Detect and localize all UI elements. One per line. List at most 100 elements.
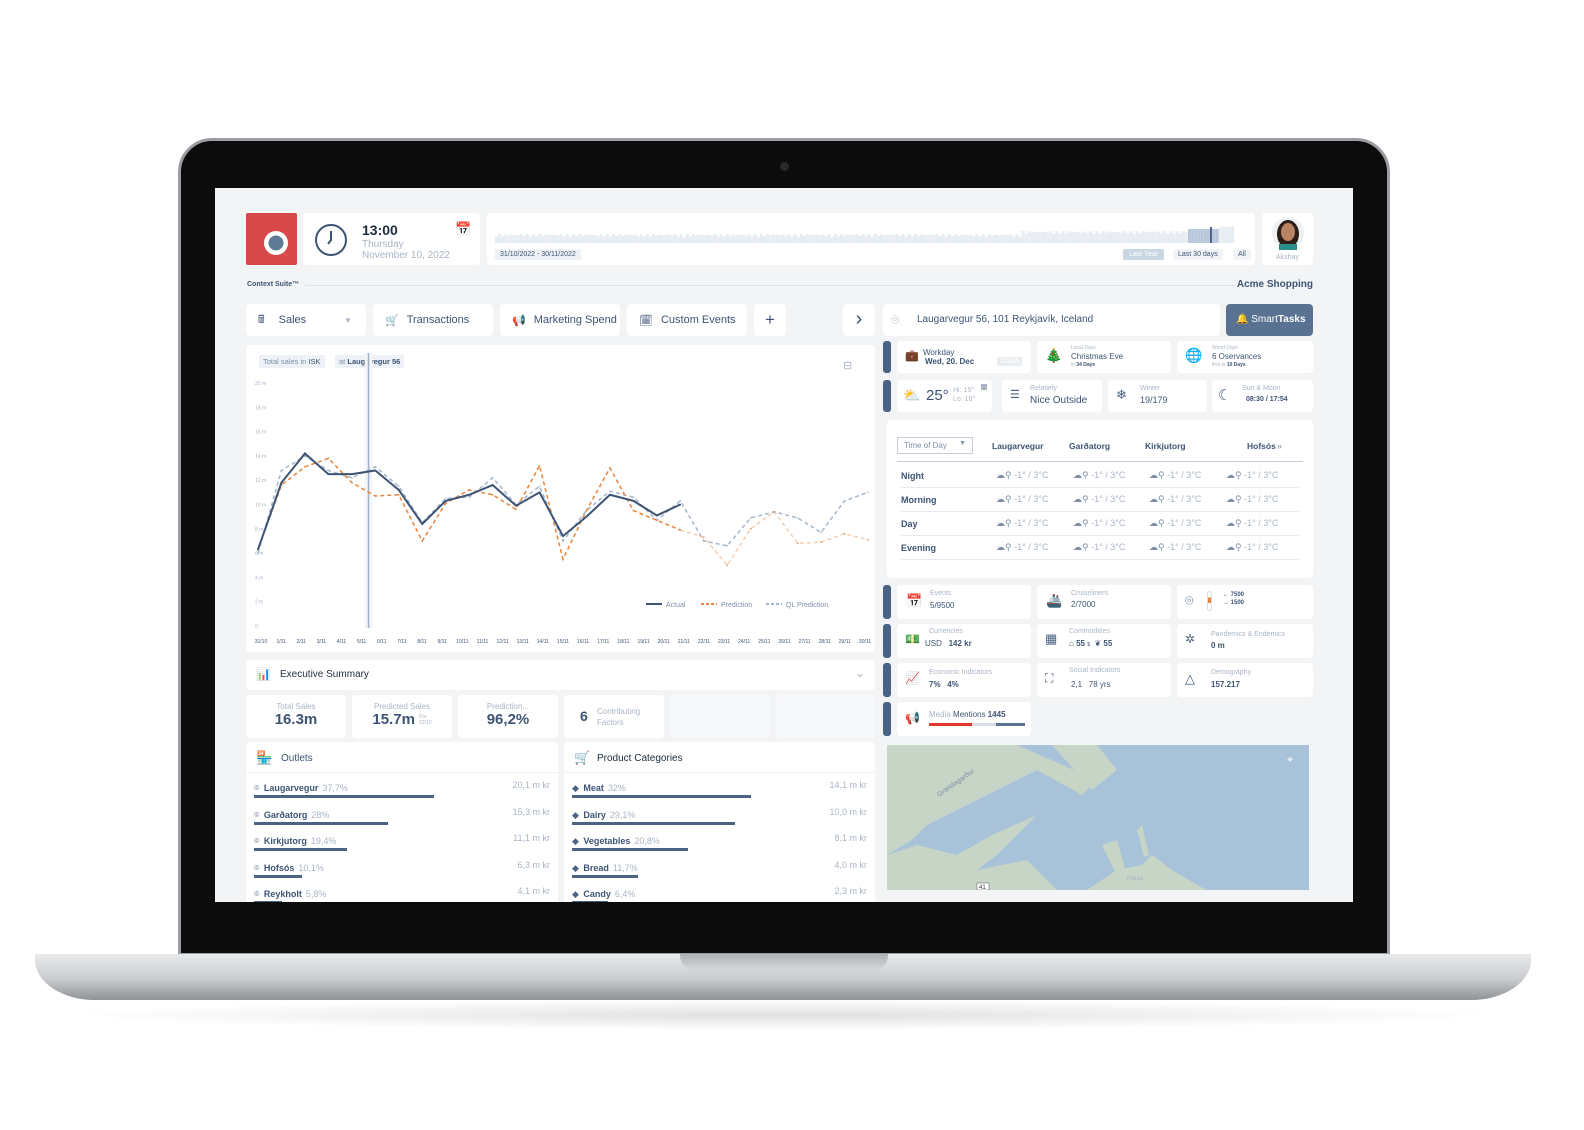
contributing-factors[interactable]: 6 Contributing Factors — [564, 695, 664, 738]
location-pin-icon: ⌾ — [1185, 592, 1194, 608]
map[interactable]: Grandagarður Harpa 41 ⌖ — [887, 745, 1309, 890]
timeline-bar — [1080, 232, 1084, 243]
weather-column-header[interactable]: Hofsós — [1247, 441, 1276, 451]
timeline-bar — [784, 235, 788, 243]
season-card[interactable]: ❄ Winter 19/179 — [1108, 380, 1207, 412]
sun-moon-card[interactable]: ☾ Sun & Moon 08:30 / 17:54 — [1212, 380, 1313, 412]
executive-summary-header[interactable]: 📊 Executive Summary ⌄ — [246, 660, 875, 690]
economic-indicators-card[interactable]: 📈 Economic Indicators 7% 4% — [897, 663, 1031, 697]
timeline-bar — [1030, 232, 1034, 243]
tab-sales[interactable]: 🖩 Sales ▼ — [246, 304, 366, 336]
events-card[interactable]: 📅 Events 5/9500 — [897, 585, 1031, 619]
item-name: Kirkjutorg — [263, 836, 307, 846]
timeline-bar — [1178, 232, 1182, 243]
smart-tasks-button[interactable]: 🔔 SmartTasks — [1226, 304, 1313, 336]
list-item[interactable]: ◆ Vegetables 20,8% 8,1 m kr — [572, 831, 867, 858]
x-tick-label: 5/11 — [357, 639, 367, 645]
tab-transactions[interactable]: 🛒 Transactions — [373, 304, 493, 336]
calendar-refresh-icon[interactable]: 📅 — [455, 221, 471, 237]
data-point — [632, 496, 635, 499]
timeline-bar — [1120, 232, 1124, 243]
timeline-bar — [513, 234, 517, 243]
share-bar — [254, 795, 435, 798]
timeline-bar — [639, 234, 643, 243]
laptop-shadow — [60, 1000, 1506, 1030]
data-point — [374, 469, 377, 472]
range-last-year-button[interactable]: Last Year — [1123, 249, 1165, 260]
date-range[interactable]: 31/10/2022 - 30/11/2022 — [495, 249, 581, 260]
cruiseliners-card[interactable]: 🚢 Cruiseliners 2/7000 — [1037, 585, 1171, 619]
add-tab-button[interactable]: + — [754, 304, 786, 336]
list-item[interactable]: ⌾ Reykholt 5,8% 4,1 m kr — [254, 884, 550, 902]
x-tick-label: 27/11 — [799, 639, 811, 645]
weather-column-header[interactable]: Garðatorg — [1069, 441, 1110, 451]
data-point — [773, 510, 775, 513]
media-mentions-card[interactable]: 📢 Media Mentions 1445 — [897, 702, 1031, 736]
data-point — [280, 481, 283, 484]
kpi-prediction-accuracy[interactable]: Prediction... 96,2% — [458, 695, 558, 738]
timeline-bar — [756, 236, 760, 243]
season-label: Winter — [1140, 385, 1161, 392]
data-point — [397, 493, 400, 496]
megaphone-icon: 📢 — [905, 711, 920, 725]
map-canvas[interactable]: Grandagarður Harpa 41 ⌖ — [887, 745, 1309, 890]
list-item[interactable]: ◆ Bread 11,7% 4,0 m kr — [572, 858, 867, 885]
kpi-label: Prediction... — [486, 702, 530, 711]
list-item[interactable]: ◆ Candy 6,4% 2,3 m kr — [572, 884, 867, 902]
item-name: Dairy — [583, 809, 606, 820]
timeline-sparkline[interactable] — [495, 221, 1235, 243]
x-tick-label: 20/11 — [658, 639, 670, 645]
next-tabs-button[interactable]: › — [843, 304, 875, 336]
range-last-30-days-button[interactable]: Last 30 days — [1173, 249, 1223, 260]
kpi-predicted-sales[interactable]: Predicted Sales 15.7m For 22/12 — [352, 695, 452, 738]
weather-column-header[interactable]: Laugarvegur — [992, 441, 1044, 451]
range-all-button[interactable]: All — [1233, 249, 1251, 260]
commodities-card[interactable]: ▦ Commodities ⌂ 55 $ ❦ 55 — [1037, 624, 1171, 658]
world-days-card[interactable]: 🌐 World Days 6 Oservances first in 10 Da… — [1177, 341, 1313, 373]
timeline-bar — [1077, 231, 1081, 243]
relative-weather-card[interactable]: ☰ Relatiely Nice Outside — [1002, 380, 1102, 412]
traffic-card[interactable]: ⌾ ← 7500 → 1500 — [1177, 585, 1313, 619]
social-indicators-card[interactable]: ⛶ Social Indicators 2,1 78 yrs — [1037, 663, 1171, 697]
more-columns-button[interactable]: » — [1277, 441, 1282, 451]
pandemics-card[interactable]: ✲ Pandemics & Endemics 0 m — [1177, 624, 1313, 658]
timeline-bar — [584, 234, 588, 243]
world-days-label: World Days — [1212, 345, 1238, 351]
timeline-bar — [1191, 229, 1195, 243]
chevron-down-icon[interactable]: ⌄ — [855, 666, 865, 680]
tab-custom-events[interactable]: 🗓 Custom Events — [627, 304, 747, 336]
checkbox[interactable] — [981, 384, 987, 390]
kpi-total-sales[interactable]: Total Sales 16.3m — [246, 695, 346, 738]
data-point — [468, 489, 470, 491]
map-pin-icon[interactable]: ⌖ — [1287, 754, 1293, 766]
user-card[interactable]: Akshay — [1262, 213, 1313, 265]
currencies-card[interactable]: 💵 Currencies USD 142 kr — [897, 624, 1031, 658]
app-logo[interactable] — [246, 213, 297, 265]
temperature-range: -1° / 3°C — [1167, 542, 1202, 552]
x-tick-label: 9/11 — [438, 639, 448, 645]
time-of-day-select[interactable]: Time of Day ▼ — [897, 437, 973, 454]
data-point — [538, 485, 541, 488]
workday-card[interactable]: 💼 Workday Wed, 20. Dec DDAA — [897, 341, 1031, 373]
location-field[interactable]: ⌾ Laugarvegur 56, 101 Reykjavík, Iceland — [883, 304, 1220, 336]
share-bar — [254, 901, 282, 902]
x-tick-label: 22/11 — [698, 639, 710, 645]
timeline-bar — [987, 234, 991, 243]
list-item[interactable]: ◆ Meat 32% 14,1 m kr — [572, 778, 867, 805]
timeline-bar — [621, 235, 625, 243]
local-days-card[interactable]: 🎄 Local Days Christmas Eve in 34 Days — [1037, 341, 1171, 373]
data-point — [726, 545, 729, 547]
demography-card[interactable]: △ Demography 157.217 — [1177, 663, 1313, 697]
list-item[interactable]: ⌾ Garðatorg 28% 15,3 m kr — [254, 805, 550, 832]
list-item[interactable]: ◆ Dairy 29,1% 10,0 m kr — [572, 805, 867, 832]
sales-line-chart[interactable]: 0 2 m 4 m 6 m 8 m 10 m 12 m 14 m 16 m 18 m 20 m 31/… — [246, 345, 875, 652]
item-percent: 37,7% — [322, 783, 348, 793]
data-point — [585, 509, 588, 512]
list-item[interactable]: ⌾ Hofsós 10,1% 6,3 m kr — [254, 858, 550, 885]
timeline-cursor[interactable] — [1210, 227, 1212, 243]
weather-now-card[interactable]: ⛅ 25° Hi: 15° Lo: 10° — [897, 380, 992, 412]
list-item[interactable]: ⌾ Kirkjutorg 19,4% 11,1 m kr — [254, 831, 550, 858]
list-item[interactable]: ⌾ Laugarvegur 37,7% 20,1 m kr — [254, 778, 550, 805]
tab-marketing-spend[interactable]: 📢 Marketing Spend — [500, 304, 620, 336]
weather-column-header[interactable]: Kirkjutorg — [1145, 441, 1186, 451]
